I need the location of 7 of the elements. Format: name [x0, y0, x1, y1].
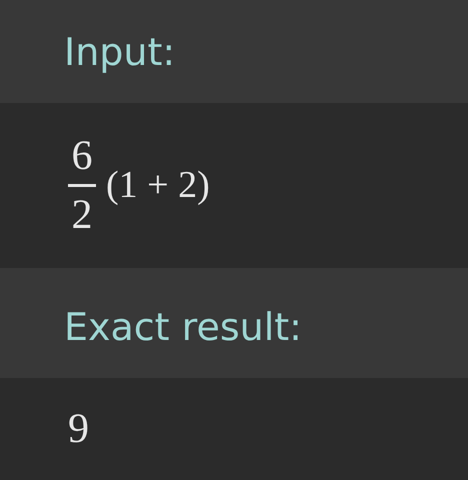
section-label: Exact result:	[64, 308, 302, 346]
numerator: 6	[72, 134, 92, 178]
denominator: 2	[72, 193, 92, 238]
math-expression: (1 + 2)	[106, 163, 210, 208]
result-value: 9	[68, 404, 89, 454]
section-label: Input:	[64, 32, 176, 70]
fraction-bar	[68, 184, 96, 187]
